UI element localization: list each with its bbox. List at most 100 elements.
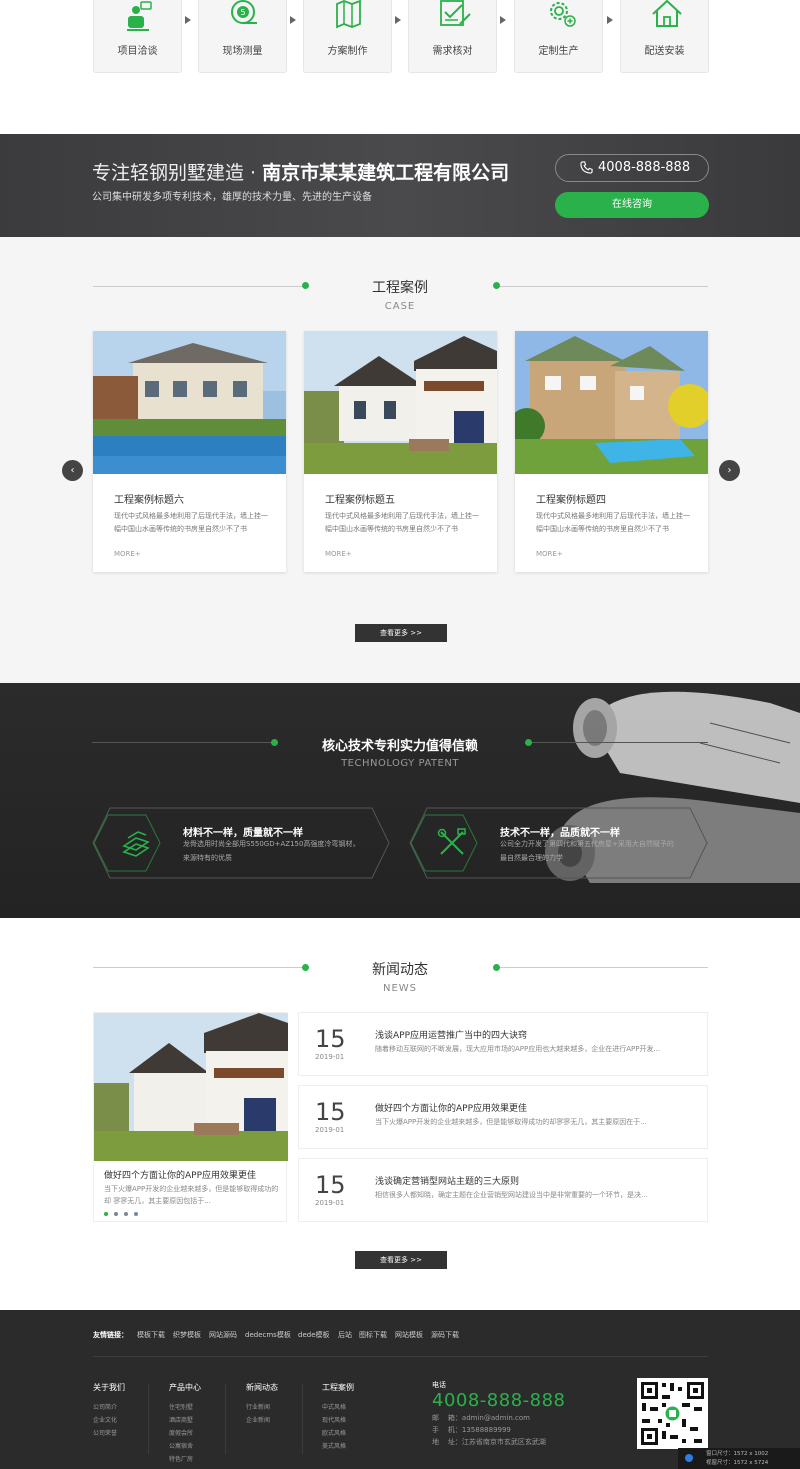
footer-col-link[interactable]: 企业文化 — [93, 1415, 117, 1424]
footer-col-link[interactable]: 度假会所 — [169, 1428, 193, 1437]
case-more-link[interactable]: MORE+ — [536, 550, 563, 558]
case-more-link[interactable]: MORE+ — [325, 550, 352, 558]
process-step-6[interactable]: 配送安装 — [620, 0, 709, 73]
process-step-label: 现场测量 — [222, 46, 263, 57]
map-icon — [336, 0, 361, 29]
person-chat-icon — [127, 1, 152, 31]
friend-link[interactable]: 网站模板 — [395, 1330, 423, 1340]
process-step-label: 项目洽谈 — [117, 46, 158, 57]
tech-section: 核心技术专利实力值得信赖 TECHNOLOGY PATENT 材料不一样，质量就… — [0, 683, 800, 918]
footer-col-link[interactable]: 欧式风格 — [322, 1428, 346, 1437]
friend-link[interactable]: 模板下载 — [137, 1330, 165, 1340]
news-featured[interactable]: 做好四个方面让你的APP应用效果更佳 当下火爆APP开发的企业越来越多，但是能够… — [93, 1012, 288, 1222]
footer-col-link[interactable]: 企业新闻 — [246, 1415, 270, 1424]
news-item-title[interactable]: 浅谈确定营销型网站主题的三大原则 — [375, 1174, 519, 1187]
footer-col-link[interactable]: 酒店商墅 — [169, 1415, 193, 1424]
arrow-right-icon — [500, 16, 506, 24]
news-list-item[interactable]: 15 2019-01 浅谈确定营销型网站主题的三大原则 相信很多人都知晓，确定主… — [298, 1158, 708, 1222]
case-more-link[interactable]: MORE+ — [114, 550, 141, 558]
friend-link[interactable]: dede模板 — [298, 1330, 330, 1340]
banner-title: 专注轻钢别墅建造 · 南京市某某建筑工程有限公司 — [92, 158, 509, 185]
news-year-month: 2019-01 — [315, 1053, 345, 1061]
news-day: 15 — [315, 1098, 346, 1126]
case-title[interactable]: 工程案例标题四 — [536, 491, 606, 506]
process-step-1[interactable]: 项目洽谈 — [93, 0, 182, 73]
process-step-4[interactable]: 需求核对 — [408, 0, 497, 73]
case-desc: 现代中式风格最多地利用了后现代手法，墙上挂一幅中国山水画等传统的书房里自然少不了… — [536, 512, 690, 533]
phone-box[interactable]: 4008-888-888 — [555, 154, 709, 182]
friend-link[interactable]: dedecms模板 — [245, 1330, 291, 1340]
process-step-5[interactable]: 定制生产 — [514, 0, 603, 73]
carousel-next-button[interactable]: › — [719, 460, 740, 481]
footer-col-link[interactable]: 公司简介 — [93, 1402, 117, 1411]
footer-col-link[interactable]: 行业新闻 — [246, 1402, 270, 1411]
viewport-size: 窗口尺寸：1572 x 1002 — [706, 1451, 769, 1457]
friend-links-label: 友情链接： — [93, 1331, 128, 1339]
carousel-dot[interactable] — [134, 1212, 138, 1216]
news-year-month: 2019-01 — [315, 1199, 345, 1207]
friend-link[interactable]: 源码下载 — [431, 1330, 459, 1340]
cases-more-button[interactable]: 查看更多 >> — [355, 624, 447, 642]
footer-phone: 4008-888-888 — [432, 1390, 566, 1411]
arrow-right-icon — [290, 16, 296, 24]
banner-title-prefix: 专注轻钢别墅建造 · — [92, 162, 263, 184]
news-item-desc: 随着移动互联网的不断发展，现大应用市场的APP应用也大越来越多，企业在进行APP… — [375, 1045, 661, 1053]
process-step-2[interactable]: 5 现场测量 — [198, 0, 287, 73]
footer-col-link[interactable]: 公司荣誉 — [93, 1428, 117, 1437]
news-heading: 新闻动态 NEWS — [0, 959, 800, 994]
consult-button[interactable]: 在线咨询 — [555, 192, 709, 218]
carousel-dot[interactable] — [114, 1212, 118, 1216]
footer-col-title[interactable]: 工程案例 — [322, 1382, 354, 1393]
footer-col-link[interactable]: 公寓宿舍 — [169, 1441, 193, 1450]
news-more-button[interactable]: 查看更多 >> — [355, 1251, 447, 1269]
steel-bars-icon — [122, 831, 150, 857]
info-icon — [685, 1454, 693, 1462]
banner-company-name: 南京市某某建筑工程有限公司 — [262, 162, 510, 184]
news-item-title[interactable]: 做好四个方面让你的APP应用效果更佳 — [375, 1101, 527, 1114]
friend-link[interactable]: 图标下载 — [359, 1330, 387, 1340]
case-image — [93, 331, 286, 474]
process-step-3[interactable]: 方案制作 — [303, 0, 392, 73]
arrow-right-icon — [185, 16, 191, 24]
case-title[interactable]: 工程案例标题五 — [325, 491, 395, 506]
news-day: 15 — [315, 1025, 346, 1053]
footer-email: 邮 箱：admin@admin.com — [432, 1414, 530, 1422]
tape-measure-icon: 5 — [231, 0, 257, 24]
cases-heading: 工程案例 CASE — [0, 277, 800, 312]
footer-col-divider — [302, 1384, 303, 1454]
friend-link[interactable]: 后站 — [338, 1330, 352, 1340]
arrow-right-icon — [395, 16, 401, 24]
footer-col-link[interactable]: 特色厂房 — [169, 1454, 193, 1463]
phone-icon — [580, 161, 593, 174]
footer-col-link[interactable]: 美式风格 — [322, 1441, 346, 1450]
process-step-label: 需求核对 — [432, 46, 473, 57]
case-card[interactable]: 工程案例标题六 现代中式风格最多地利用了后现代手法，墙上挂一幅中国山水画等传统的… — [93, 331, 286, 572]
footer-col-link[interactable]: 住宅别墅 — [169, 1402, 193, 1411]
friend-link[interactable]: 网站源码 — [209, 1330, 237, 1340]
case-title[interactable]: 工程案例标题六 — [114, 491, 184, 506]
process-step-label: 方案制作 — [327, 46, 368, 57]
news-featured-image — [94, 1013, 288, 1161]
news-item-title[interactable]: 浅谈APP应用运营推广当中的四大诀窍 — [375, 1028, 527, 1041]
footer-col-title[interactable]: 新闻动态 — [246, 1382, 278, 1393]
footer-col-link[interactable]: 现代风格 — [322, 1415, 346, 1424]
case-card[interactable]: 工程案例标题五 现代中式风格最多地利用了后现代手法，墙上挂一幅中国山水画等传统的… — [304, 331, 497, 572]
case-image — [304, 331, 497, 474]
tech-subtitle: TECHNOLOGY PATENT — [341, 758, 459, 769]
friend-link[interactable]: 织梦模板 — [173, 1330, 201, 1340]
tech-title: 核心技术专利实力值得信赖 — [321, 739, 478, 754]
page-size: 视窗尺寸：1572 x 5724 — [706, 1460, 769, 1466]
carousel-prev-button[interactable]: ‹ — [62, 460, 83, 481]
footer-col-title[interactable]: 产品中心 — [169, 1382, 201, 1393]
news-year-month: 2019-01 — [315, 1126, 345, 1134]
footer-col-link[interactable]: 中式风格 — [322, 1402, 346, 1411]
news-list-item[interactable]: 15 2019-01 做好四个方面让你的APP应用效果更佳 当下火爆APP开发的… — [298, 1085, 708, 1149]
news-title: 新闻动态 — [372, 962, 428, 978]
footer-col-title[interactable]: 关于我们 — [93, 1382, 125, 1393]
carousel-dot[interactable] — [124, 1212, 128, 1216]
case-desc: 现代中式风格最多地利用了后现代手法，墙上挂一幅中国山水画等传统的书房里自然少不了… — [114, 512, 268, 533]
news-featured-title[interactable]: 做好四个方面让你的APP应用效果更佳 — [104, 1168, 256, 1181]
news-list-item[interactable]: 15 2019-01 浅谈APP应用运营推广当中的四大诀窍 随着移动互联网的不断… — [298, 1012, 708, 1076]
case-card[interactable]: 工程案例标题四 现代中式风格最多地利用了后现代手法，墙上挂一幅中国山水画等传统的… — [515, 331, 708, 572]
carousel-dot[interactable] — [104, 1212, 108, 1216]
